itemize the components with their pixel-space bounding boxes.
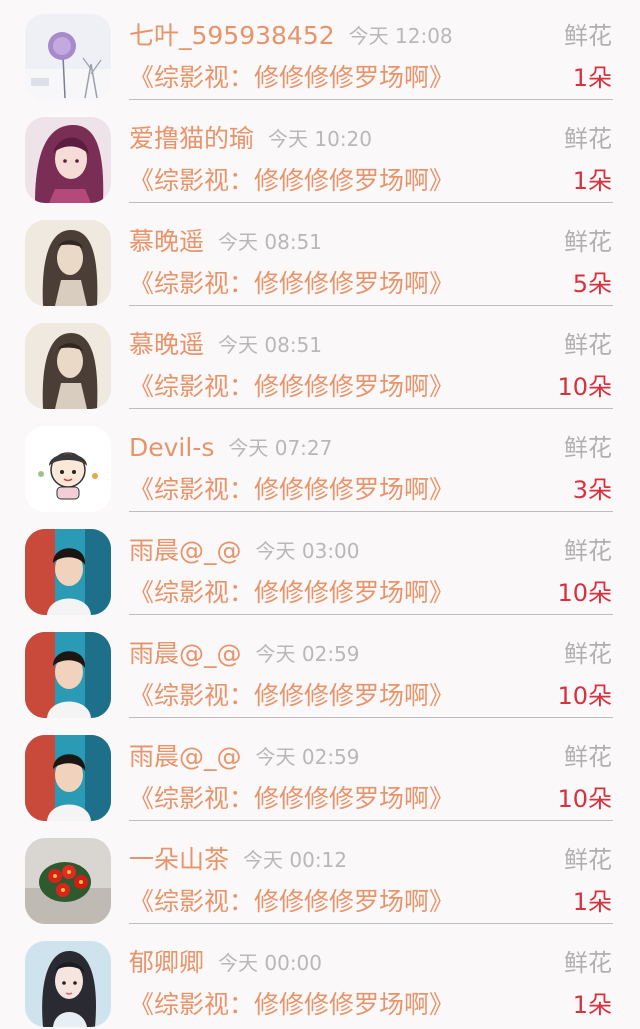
- list-item[interactable]: 慕晚遥 今天 08:51 鲜花 《综影视：修修修修罗场啊》 5朵: [0, 206, 640, 309]
- time-stamp: 今天 00:00: [218, 951, 323, 975]
- photo-boy-avatar-icon: [25, 735, 111, 821]
- divider: [129, 202, 613, 203]
- book-title[interactable]: 《综影视：修修修修罗场啊》: [129, 886, 454, 918]
- avatar[interactable]: [25, 941, 111, 1027]
- book-title[interactable]: 《综影视：修修修修罗场啊》: [129, 474, 454, 506]
- time-stamp: 今天 07:27: [228, 436, 333, 460]
- gift-count: 10朵: [557, 682, 612, 710]
- user-name[interactable]: 七叶_595938452 今天 12:08: [129, 20, 453, 53]
- gift-type: 鲜花: [564, 846, 612, 874]
- divider: [129, 99, 613, 100]
- gift-count: 10朵: [557, 785, 612, 813]
- gift-type: 鲜花: [564, 331, 612, 359]
- time-stamp: 今天 02:59: [255, 745, 360, 769]
- gift-type: 鲜花: [564, 434, 612, 462]
- anime-girl-avatar-icon: [25, 117, 111, 203]
- divider: [129, 614, 613, 615]
- avatar[interactable]: [25, 323, 111, 409]
- user-name[interactable]: 郁卿卿 今天 00:00: [129, 947, 322, 980]
- avatar[interactable]: [25, 220, 111, 306]
- photo-boy-avatar-icon: [25, 529, 111, 615]
- user-name[interactable]: 雨晨@_@ 今天 02:59: [129, 638, 360, 671]
- time-stamp: 今天 02:59: [255, 642, 360, 666]
- gift-type: 鲜花: [564, 537, 612, 565]
- gift-count: 5朵: [572, 270, 612, 298]
- photo-boy-avatar-icon: [25, 632, 111, 718]
- gift-type: 鲜花: [564, 125, 612, 153]
- book-title[interactable]: 《综影视：修修修修罗场啊》: [129, 577, 454, 609]
- avatar[interactable]: [25, 838, 111, 924]
- list-item[interactable]: 七叶_595938452 今天 12:08 鲜花 《综影视：修修修修罗场啊》 1朵: [0, 0, 640, 103]
- list-item[interactable]: 雨晨@_@ 今天 03:00 鲜花 《综影视：修修修修罗场啊》 10朵: [0, 515, 640, 618]
- list-item[interactable]: Devil-s 今天 07:27 鲜花 《综影视：修修修修罗场啊》 3朵: [0, 412, 640, 515]
- list-item[interactable]: 慕晚遥 今天 08:51 鲜花 《综影视：修修修修罗场啊》 10朵: [0, 309, 640, 412]
- time-stamp: 今天 08:51: [218, 230, 323, 254]
- ink-figure-avatar-icon: [25, 323, 111, 409]
- divider: [129, 408, 613, 409]
- list-item[interactable]: 爱撸猫的瑜 今天 10:20 鲜花 《综影视：修修修修罗场啊》 1朵: [0, 103, 640, 206]
- list-item[interactable]: 一朵山茶 今天 00:12 鲜花 《综影视：修修修修罗场啊》 1朵: [0, 824, 640, 927]
- gift-type: 鲜花: [564, 22, 612, 50]
- avatar[interactable]: [25, 735, 111, 821]
- gift-count: 3朵: [572, 476, 612, 504]
- avatar[interactable]: [25, 117, 111, 203]
- gift-count: 10朵: [557, 373, 612, 401]
- user-name[interactable]: 慕晚遥 今天 08:51: [129, 226, 322, 259]
- avatar[interactable]: [25, 14, 111, 100]
- gift-type: 鲜花: [564, 743, 612, 771]
- dandelion-avatar-icon: [25, 14, 111, 100]
- gift-type: 鲜花: [564, 228, 612, 256]
- user-name[interactable]: 一朵山茶 今天 00:12: [129, 844, 347, 877]
- gift-record-list: 七叶_595938452 今天 12:08 鲜花 《综影视：修修修修罗场啊》 1朵…: [0, 0, 640, 1029]
- avatar[interactable]: [25, 426, 111, 512]
- ink-figure-avatar-icon: [25, 220, 111, 306]
- book-title[interactable]: 《综影视：修修修修罗场啊》: [129, 680, 454, 712]
- book-title[interactable]: 《综影视：修修修修罗场啊》: [129, 371, 454, 403]
- book-title[interactable]: 《综影视：修修修修罗场啊》: [129, 783, 454, 815]
- list-item[interactable]: 雨晨@_@ 今天 02:59 鲜花 《综影视：修修修修罗场啊》 10朵: [0, 721, 640, 824]
- list-item[interactable]: 雨晨@_@ 今天 02:59 鲜花 《综影视：修修修修罗场啊》 10朵: [0, 618, 640, 721]
- user-name[interactable]: 慕晚遥 今天 08:51: [129, 329, 322, 362]
- book-title[interactable]: 《综影视：修修修修罗场啊》: [129, 268, 454, 300]
- list-item[interactable]: 郁卿卿 今天 00:00 鲜花 《综影视：修修修修罗场啊》 1朵: [0, 927, 640, 1029]
- divider: [129, 820, 613, 821]
- time-stamp: 今天 03:00: [255, 539, 360, 563]
- portrait-girl-avatar-icon: [25, 941, 111, 1027]
- user-name[interactable]: 爱撸猫的瑜 今天 10:20: [129, 123, 372, 156]
- gift-type: 鲜花: [564, 640, 612, 668]
- book-title[interactable]: 《综影视：修修修修罗场啊》: [129, 165, 454, 197]
- user-name[interactable]: Devil-s 今天 07:27: [129, 432, 332, 465]
- book-title[interactable]: 《综影视：修修修修罗场啊》: [129, 989, 454, 1021]
- avatar[interactable]: [25, 632, 111, 718]
- gift-count: 1朵: [572, 167, 612, 195]
- divider: [129, 923, 613, 924]
- gift-type: 鲜花: [564, 949, 612, 977]
- time-stamp: 今天 08:51: [218, 333, 323, 357]
- gift-count: 10朵: [557, 579, 612, 607]
- divider: [129, 717, 613, 718]
- user-name[interactable]: 雨晨@_@ 今天 02:59: [129, 741, 360, 774]
- avatar[interactable]: [25, 529, 111, 615]
- gift-count: 1朵: [572, 888, 612, 916]
- cartoon-avatar-icon: [25, 426, 111, 512]
- divider: [129, 511, 613, 512]
- red-camellia-avatar-icon: [25, 838, 111, 924]
- gift-count: 1朵: [572, 64, 612, 92]
- time-stamp: 今天 00:12: [243, 848, 348, 872]
- book-title[interactable]: 《综影视：修修修修罗场啊》: [129, 62, 454, 94]
- user-name[interactable]: 雨晨@_@ 今天 03:00: [129, 535, 360, 568]
- gift-count: 1朵: [572, 991, 612, 1019]
- divider: [129, 305, 613, 306]
- time-stamp: 今天 12:08: [348, 24, 453, 48]
- time-stamp: 今天 10:20: [268, 127, 373, 151]
